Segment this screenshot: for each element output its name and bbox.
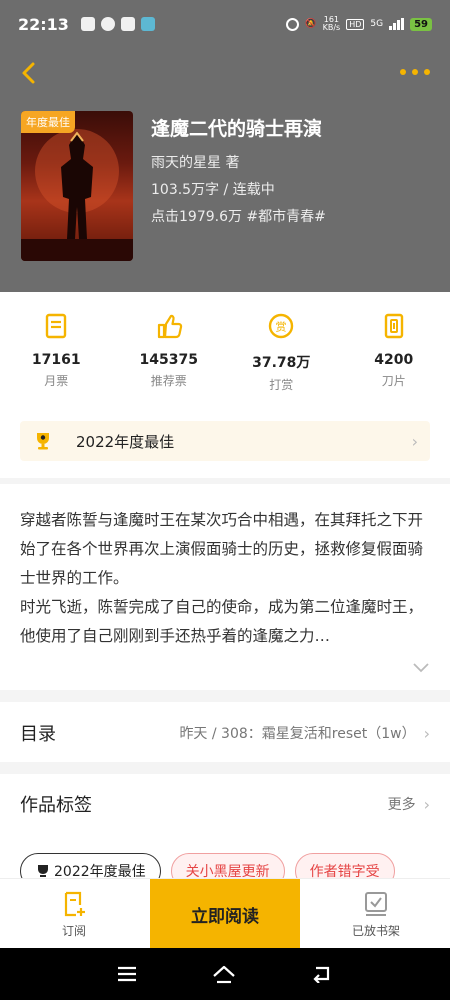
book-synopsis[interactable]: 穿越者陈誓与逢魔时王在某次巧合中相遇，在其拜托之下开始了在各个世界再次上演假面骑… [20,506,432,651]
subscribe-label: 订阅 [61,923,86,938]
work-tags-heading: 作品标签 [20,795,92,816]
section-divider [0,478,450,484]
reward-coin-icon: 赏 [269,313,294,339]
notification-icons [80,17,155,31]
mute-icon: 🔕 [305,19,317,29]
stat-value: 17161 [31,352,81,368]
section-divider [0,690,450,702]
stat-blade[interactable]: 4200 刀片 [338,306,450,402]
hd-badge: HD [346,18,365,30]
chat-icon [140,17,155,31]
stat-label: 打赏 [269,378,294,392]
stat-label: 月票 [44,374,69,388]
chevron-right-icon: › [423,723,430,743]
subscribe-button[interactable]: 订阅 [24,879,124,949]
menu-icon[interactable] [117,966,137,982]
alarm-icon [286,17,300,31]
system-nav-bar [0,948,450,1000]
book-title: 逢魔二代的骑士再演 [151,118,323,140]
net-speed: 161 KB/s [322,15,341,32]
chevron-right-icon: › [423,794,430,814]
tag-label: 关小黑屋更新 [185,864,270,879]
battery-icon: 59 [410,17,432,31]
catalog-latest-chapter: 昨天 / 308：霜星复活和reset（1w） [179,726,416,742]
bookshelf-check-icon [365,891,387,916]
home-icon[interactable] [212,964,236,984]
read-now-button[interactable]: 立即阅读 [150,879,300,949]
bottom-action-bar: 订阅 立即阅读 已放书架 [0,878,450,949]
blade-icon [384,313,403,339]
award-banner[interactable]: 2022年度最佳 › [20,421,430,461]
stat-value: 4200 [374,352,414,368]
book-header: 年度最佳 逢魔二代的骑士再演 雨天的星星 著 103.5万字 / 连载中 点击1… [0,48,450,292]
svg-text:赏: 赏 [276,321,287,334]
status-right: 🔕 161 KB/s HD 5G 59 [286,16,432,32]
synopsis-paragraph: 时光飞逝，陈誓完成了自己的使命，成为第二位逢魔时王，他使用了自己刚刚到手还热乎着… [20,598,424,645]
bookshelf-label: 已放书架 [351,923,400,938]
tag-item[interactable]: 关小黑屋更新 [170,853,285,879]
catalog-heading: 目录 [20,724,56,745]
book-cover[interactable]: 年度最佳 [21,111,133,261]
send-icon [120,17,135,31]
work-tags-row[interactable]: 作品标签 更多 › [20,784,430,824]
tag-item[interactable]: 作者错字受 [294,853,395,879]
app-notification-icon [100,17,115,31]
stat-recommend-ticket[interactable]: 145375 推荐票 [113,306,226,402]
back-chevron-icon [22,62,35,84]
signal-icon [389,18,405,30]
more-menu-button[interactable] [400,62,430,82]
back-nav-icon[interactable] [311,965,333,983]
work-tags-more[interactable]: 更多 [388,794,416,814]
message-icon [80,17,95,31]
status-time: 22:13 [18,14,69,34]
synopsis-paragraph: 穿越者陈誓与逢魔时王在某次巧合中相遇，在其拜托之下开始了在各个世界再次上演假面骑… [20,511,424,587]
stat-monthly-ticket[interactable]: 17161 月票 [0,306,113,402]
section-divider [0,762,450,774]
subscribe-icon [64,891,85,916]
more-dot-icon [400,69,406,75]
catalog-row[interactable]: 目录 昨天 / 308：霜星复活和reset（1w） › [20,713,430,753]
book-word-count-status: 103.5万字 / 连载中 [151,182,275,198]
tag-list: 2022年度最佳 关小黑屋更新 作者错字受 [20,853,430,879]
tag-trophy-icon [38,865,48,877]
cover-art-image [21,129,133,261]
bookshelf-button[interactable]: 已放书架 [326,879,426,949]
stat-reward[interactable]: 赏 37.78万 打赏 [225,306,338,402]
stat-label: 刀片 [381,374,406,388]
chevron-right-icon: › [411,431,418,451]
status-bar: 22:13 🔕 161 KB/s HD 5G 59 [0,0,450,48]
read-now-label: 立即阅读 [191,906,259,927]
tag-label: 2022年度最佳 [54,864,146,879]
trophy-icon [37,433,49,450]
book-author[interactable]: 雨天的星星 著 [151,152,239,172]
back-button[interactable] [14,58,44,88]
expand-chevron-icon[interactable] [412,660,430,674]
more-dot-icon [424,69,430,75]
more-dot-icon [412,69,418,75]
stats-row: 17161 月票 145375 推荐票 赏 37.78万 打赏 4200 刀片 [0,306,450,402]
tag-item[interactable]: 2022年度最佳 [20,853,161,879]
book-clicks-genre: 点击1979.6万 #都市青春# [151,209,326,225]
monthly-ticket-icon [46,313,67,339]
annual-best-badge: 年度最佳 [21,111,75,133]
stat-value: 37.78万 [252,355,311,371]
tag-label: 作者错字受 [309,864,380,879]
award-label: 2022年度最佳 [76,432,175,451]
network-type: 5G [370,19,384,29]
stat-value: 145375 [139,352,198,368]
thumbs-up-icon [157,314,182,339]
book-detail-screen: 22:13 🔕 161 KB/s HD 5G 59 年度最佳 逢魔二代的骑士再演… [0,0,450,1000]
stat-label: 推荐票 [150,374,187,388]
